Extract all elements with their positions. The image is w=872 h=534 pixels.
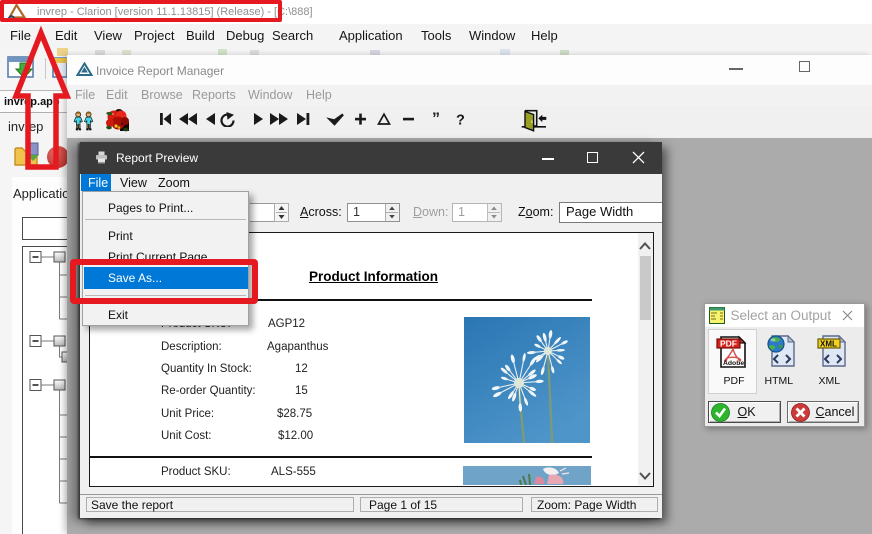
svg-text:?: ? [456, 113, 465, 128]
svg-text:Adobe: Adobe [723, 360, 744, 367]
svg-text:”: ” [432, 111, 440, 127]
svg-text:PDF: PDF [720, 339, 737, 349]
svg-text:XML: XML [820, 339, 837, 348]
